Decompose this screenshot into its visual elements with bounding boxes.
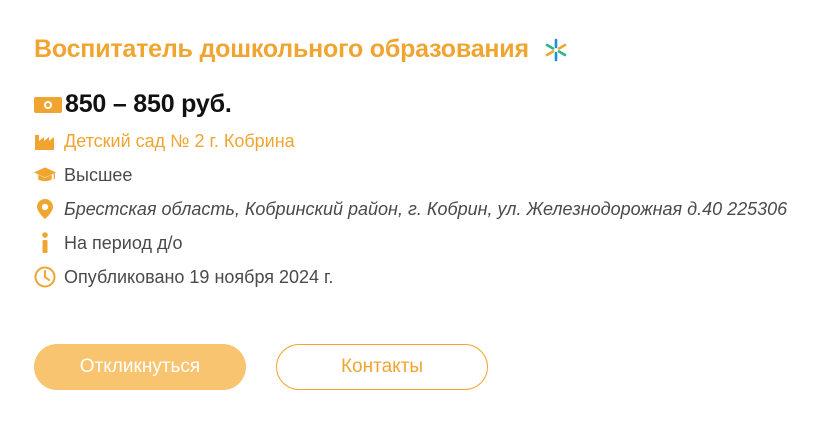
map-pin-icon: [34, 198, 56, 220]
address-value: Брестская область, Кобринский район, г. …: [64, 198, 788, 219]
published-date: Опубликовано 19 ноября 2024 г.: [64, 266, 334, 287]
title-row: Воспитатель дошкольного образования: [34, 35, 569, 64]
education-value: Высшее: [64, 164, 133, 185]
clock-icon: [34, 266, 56, 288]
info-icon: [34, 232, 56, 254]
salary-row: 850 – 850 руб.: [34, 90, 232, 119]
vacancy-title[interactable]: Воспитатель дошкольного образования: [34, 35, 529, 64]
vacancy-card: Воспитатель дошкольного образования 850 …: [0, 0, 835, 435]
contacts-button[interactable]: Контакты: [276, 344, 488, 390]
term-value: На период д/о: [64, 232, 183, 253]
graduation-cap-icon: [34, 164, 56, 186]
company-row: Детский сад № 2 г. Кобрина: [34, 130, 295, 152]
banknote-icon: [34, 95, 64, 115]
apply-button[interactable]: Откликнуться: [34, 344, 246, 390]
salary-value: 850 – 850 руб.: [65, 90, 232, 118]
factory-icon: [34, 130, 56, 152]
term-row: На период д/о: [34, 232, 182, 254]
education-row: Высшее: [34, 164, 132, 186]
company-link[interactable]: Детский сад № 2 г. Кобрина: [64, 131, 295, 152]
address-row: Брестская область, Кобринский район, г. …: [34, 198, 787, 220]
published-row: Опубликовано 19 ноября 2024 г.: [34, 266, 333, 288]
asterisk-icon[interactable]: [543, 37, 569, 63]
